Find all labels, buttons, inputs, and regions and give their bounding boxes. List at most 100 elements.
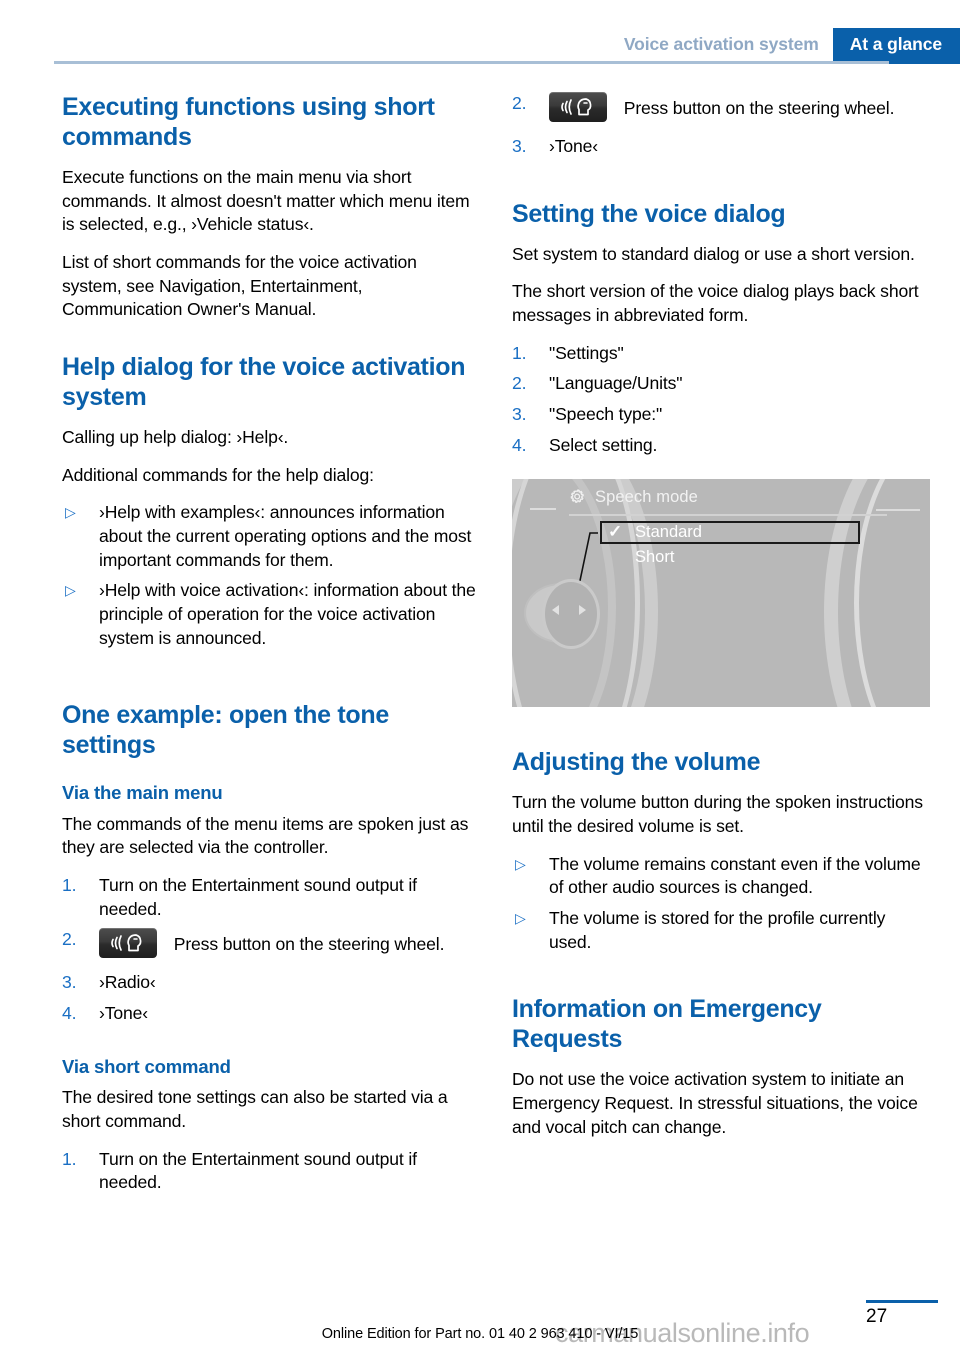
list-item: 1. "Settings" (512, 342, 930, 366)
triangle-bullet-icon: ▷ (65, 504, 76, 521)
paragraph-execute-functions: Execute functions on the main menu via s… (62, 167, 470, 235)
list-item: 2. Press button on the steering wheel. (62, 928, 480, 964)
step-number: 3. (62, 972, 77, 993)
idrive-title-divider (569, 514, 887, 517)
footer-note: Online Edition for Part no. 01 40 2 963 … (321, 1326, 639, 1342)
list-item: 4. Select setting. (512, 434, 930, 458)
arrow-left-icon (552, 605, 559, 616)
page-number: 27 (866, 1306, 888, 1327)
breadcrumb-chapter[interactable]: Voice activation system (624, 28, 833, 61)
step-number: 2. (62, 929, 77, 950)
idrive-menu-item-short[interactable]: Short (635, 548, 674, 567)
bullet-list-help-commands: ▷ ›Help with examples‹: announces inform… (62, 501, 480, 650)
step-list-main-menu: 1. Turn on the Entertainment sound outpu… (62, 874, 480, 1026)
step-label: Press button on the steering wheel. (173, 934, 445, 955)
paragraph-emergency-request: Do not use the voice activation system t… (512, 1069, 918, 1137)
paragraph-additional-commands: Additional commands for the help dialog: (62, 464, 374, 485)
paragraph-desired-tone-settings: The desired tone settings can also be st… (62, 1087, 448, 1131)
step-label: ›Radio‹ (99, 972, 156, 993)
step-label: Turn on the Entertainment sound output i… (99, 1148, 417, 1193)
step-number: 1. (62, 875, 77, 896)
list-item: 1. Turn on the Entertainment sound outpu… (62, 1148, 480, 1195)
list-item: 3. ›Radio‹ (62, 971, 480, 995)
list-item: 2. Press button on the steering wheel. (512, 92, 930, 128)
step-label: ›Tone‹ (549, 136, 598, 156)
bezel-tick (530, 508, 556, 511)
arrow-right-icon (579, 605, 586, 616)
idrive-screenshot-figure: Speech mode ✓ Standard Short (512, 479, 930, 708)
list-item: ▷ ›Help with examples‹: announces inform… (62, 501, 480, 572)
breadcrumb-section[interactable]: At a glance (832, 28, 960, 61)
step-list-short-command: 1. Turn on the Entertainment sound outpu… (62, 1148, 480, 1195)
left-column: Executing functions using short commands… (62, 92, 480, 1209)
step-label: Select setting. (549, 434, 658, 455)
step-number: 2. (512, 373, 527, 394)
step-label: "Speech type:" (549, 403, 663, 424)
idrive-title-label: Speech mode (595, 488, 698, 507)
step-label: "Settings" (549, 342, 624, 363)
checkmark-icon: ✓ (608, 522, 623, 542)
idrive-menu-item-standard[interactable]: Standard (635, 523, 702, 542)
step-number: 4. (512, 434, 527, 455)
list-item: 4. ›Tone‹ (62, 1002, 480, 1026)
step-number: 3. (512, 403, 527, 424)
list-item: ▷ The volume is stored for the profile c… (512, 907, 930, 954)
list-item: 2. "Language/Units" (512, 372, 930, 396)
page-header: Voice activation system At a glance (0, 0, 960, 64)
step-number: 2. (512, 93, 527, 113)
subheading-via-short-command: Via short command (62, 1055, 231, 1077)
list-item-label: ›Help with voice activation‹: informatio… (99, 580, 476, 648)
triangle-bullet-icon: ▷ (65, 582, 76, 599)
step-number: 3. (512, 136, 527, 156)
list-item-label: The volume is stored for the profile cur… (549, 907, 886, 952)
triangle-bullet-icon: ▷ (515, 855, 526, 872)
list-item-label: ›Help with examples‹: announces informat… (99, 502, 472, 570)
paragraph-calling-up-help: Calling up help dialog: ›Help‹. (62, 426, 289, 447)
list-item: ▷ ›Help with voice activation‹: informat… (62, 579, 480, 650)
gear-icon (568, 488, 587, 507)
speech-button-icon (99, 928, 157, 959)
step-label: "Language/Units" (549, 373, 683, 394)
heading-one-example-tone-settings: One example: open the tone settings (62, 701, 389, 760)
step-label: Press button on the steering wheel. (623, 98, 895, 118)
speech-button-icon (549, 92, 607, 122)
paragraph-turn-volume-button: Turn the volume button during the spoken… (512, 792, 923, 836)
step-number: 1. (62, 1148, 77, 1169)
heading-executing-functions: Executing functions using short commands (62, 93, 435, 151)
header-tabs: Voice activation system At a glance (624, 28, 960, 61)
right-column: 2. Press button on the steering wheel. 3… (512, 92, 930, 1153)
list-item: ▷ The volume remains constant even if th… (512, 853, 930, 900)
heading-help-dialog: Help dialog for the voice activation sys… (62, 352, 466, 411)
idrive-controller-knob[interactable] (542, 579, 600, 650)
step-number: 4. (62, 1003, 77, 1024)
paragraph-set-system: Set system to standard dialog or use a s… (512, 243, 915, 264)
heading-setting-voice-dialog: Setting the voice dialog (512, 199, 786, 228)
paragraph-list-of-short-commands: List of short commands for the voice act… (62, 251, 417, 320)
step-label: Turn on the Entertainment sound output i… (99, 875, 417, 919)
paragraph-short-version: The short version of the voice dialog pl… (512, 281, 919, 325)
list-item: 1. Turn on the Entertainment sound outpu… (62, 874, 480, 921)
step-label: ›Tone‹ (99, 1003, 148, 1024)
header-divider (54, 61, 889, 64)
list-item: 3. ›Tone‹ (512, 135, 930, 159)
step-number: 1. (512, 342, 527, 363)
triangle-bullet-icon: ▷ (515, 909, 526, 926)
idrive-title-row: Speech mode (568, 488, 698, 507)
subheading-via-main-menu: Via the main menu (62, 782, 223, 804)
footer-divider-accent (866, 1300, 938, 1303)
step-list-voice-dialog: 1. "Settings" 2. "Language/Units" 3. "Sp… (512, 342, 930, 458)
heading-emergency-requests: Information on Emergency Requests (512, 995, 822, 1054)
header-divider-accent (889, 61, 960, 64)
step-list-short-command-continued: 2. Press button on the steering wheel. 3… (512, 92, 930, 159)
list-item: 3. "Speech type:" (512, 403, 930, 427)
list-item-label: The volume remains constant even if the … (549, 853, 921, 898)
paragraph-commands-spoken: The commands of the menu items are spoke… (62, 813, 469, 858)
